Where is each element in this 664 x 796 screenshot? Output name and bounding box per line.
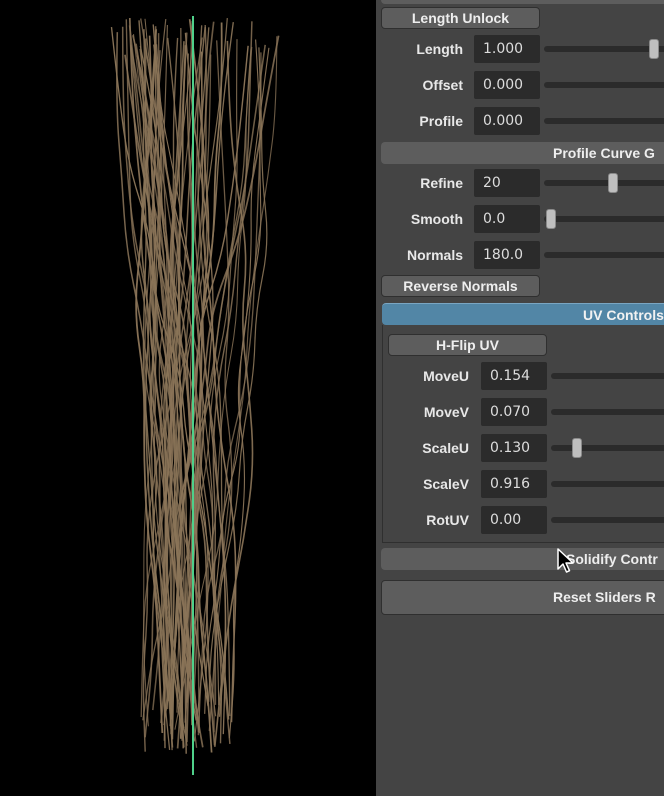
scaleu-slider-track[interactable] <box>551 445 664 451</box>
scalev-slider-track[interactable] <box>551 481 664 487</box>
smooth-slider-handle[interactable] <box>546 209 556 229</box>
length-label: Length <box>416 41 463 57</box>
scalev-field[interactable]: 0.916 <box>481 470 547 498</box>
movev-slider-track[interactable] <box>551 409 664 415</box>
top-frame-bar-edge <box>381 0 664 4</box>
profile-field[interactable]: 0.000 <box>474 107 540 135</box>
movev-label: MoveV <box>423 404 469 420</box>
reverse-normals-button[interactable]: Reverse Normals <box>381 275 540 297</box>
hair-strands-render <box>110 16 280 775</box>
smooth-slider-track[interactable] <box>544 216 664 222</box>
offset-slider-track[interactable] <box>544 82 664 88</box>
scaleu-slider-handle[interactable] <box>572 438 582 458</box>
rotuv-field[interactable]: 0.00 <box>481 506 547 534</box>
length-slider-track[interactable] <box>544 46 664 52</box>
moveu-label: MoveU <box>423 368 469 384</box>
scalev-label: ScaleV <box>423 476 469 492</box>
refine-slider-track[interactable] <box>544 180 664 186</box>
refine-label: Refine <box>420 175 463 191</box>
moveu-slider-track[interactable] <box>551 373 664 379</box>
refine-slider-handle[interactable] <box>608 173 618 193</box>
profile-label: Profile <box>419 113 463 129</box>
smooth-label: Smooth <box>410 211 463 227</box>
scaleu-label: ScaleU <box>422 440 469 456</box>
uv-controls-frame-header[interactable]: UV Controls <box>382 303 664 325</box>
length-unlock-button[interactable]: Length Unlock <box>381 7 540 29</box>
h-flip-uv-button[interactable]: H-Flip UV <box>388 334 547 356</box>
normals-field[interactable]: 180.0 <box>474 241 540 269</box>
scaleu-field[interactable]: 0.130 <box>481 434 547 462</box>
mouse-pointer-icon <box>557 548 574 573</box>
offset-label: Offset <box>422 77 463 93</box>
profile-slider-track[interactable] <box>544 118 664 124</box>
normals-label: Normals <box>406 247 463 263</box>
smooth-field[interactable]: 0.0 <box>474 205 540 233</box>
profile-curve-frame-label: Profile Curve G <box>553 145 655 161</box>
tool-panel: Length Unlock Length 1.000 Offset 0.000 … <box>376 0 664 796</box>
length-field[interactable]: 1.000 <box>474 35 540 63</box>
reset-sliders-button[interactable]: Reset Sliders R <box>381 580 664 615</box>
3d-viewport[interactable] <box>0 0 376 796</box>
solidify-controls-frame-header[interactable]: Solidify Contr <box>381 548 664 570</box>
normals-slider-track[interactable] <box>544 252 664 258</box>
uv-controls-frame-label: UV Controls <box>583 307 664 323</box>
rotuv-slider-track[interactable] <box>551 517 664 523</box>
solidify-controls-frame-label: Solidify Contr <box>566 551 658 567</box>
profile-curve-frame-header[interactable]: Profile Curve G <box>381 142 664 164</box>
rotuv-label: RotUV <box>426 512 469 528</box>
moveu-field[interactable]: 0.154 <box>481 362 547 390</box>
offset-field[interactable]: 0.000 <box>474 71 540 99</box>
refine-field[interactable]: 20 <box>474 169 540 197</box>
length-slider-handle[interactable] <box>649 39 659 59</box>
movev-field[interactable]: 0.070 <box>481 398 547 426</box>
